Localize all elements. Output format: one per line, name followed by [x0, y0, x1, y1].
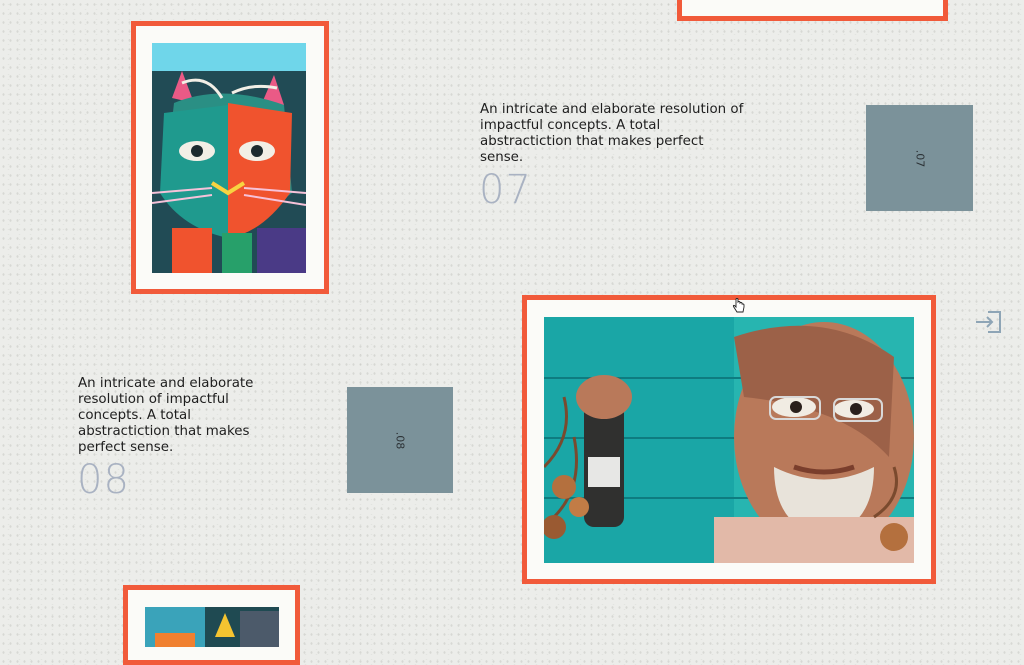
mural-image-bottom: [145, 607, 279, 647]
gallery-frame-top[interactable]: [677, 0, 948, 21]
item-number-07: 07: [479, 167, 532, 213]
tile-label-08: .08: [393, 431, 407, 449]
item-tile-08[interactable]: .08: [347, 387, 453, 493]
gallery-frame-09[interactable]: [123, 585, 300, 665]
mural-image-cat: [152, 43, 306, 273]
tile-label-07: .07: [913, 149, 926, 167]
gallery-frame-08[interactable]: [522, 295, 936, 584]
mural-image-man: [544, 317, 914, 563]
exit-icon[interactable]: [974, 308, 1004, 336]
item-number-08: 08: [77, 457, 130, 503]
gallery-frame-07[interactable]: [131, 21, 329, 294]
item-tile-07[interactable]: .07: [866, 105, 973, 211]
hand-cursor-icon: [732, 298, 746, 314]
item-caption-08: An intricate and elaborate resolution of…: [78, 376, 254, 455]
item-caption-07: An intricate and elaborate resolution of…: [480, 102, 744, 165]
